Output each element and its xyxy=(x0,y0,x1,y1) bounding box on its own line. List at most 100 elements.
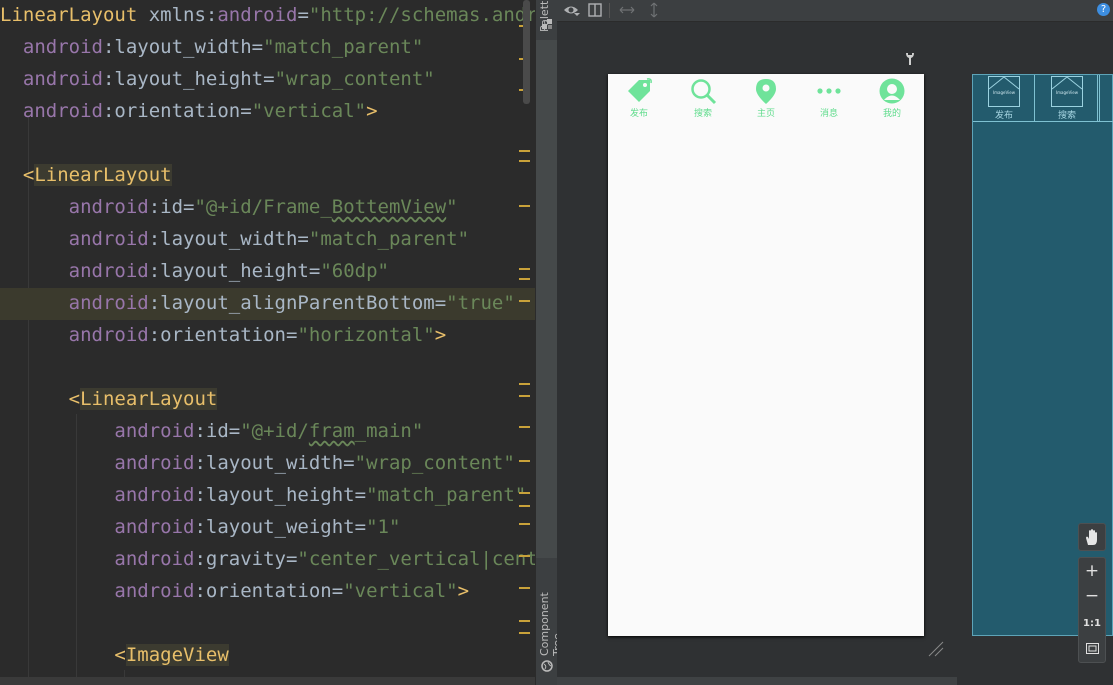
resize-handle-icon[interactable] xyxy=(927,640,945,658)
blueprint-nav-bar: ImageView 发布 ImageView 搜索 xyxy=(973,75,1113,122)
fit-screen-icon[interactable] xyxy=(1086,643,1099,654)
nav-item-label: 发布 xyxy=(629,109,648,119)
code-token: "1" xyxy=(366,516,401,538)
nav-item-0[interactable]: 发布 xyxy=(619,77,659,119)
person-icon xyxy=(872,77,912,105)
actual-size-button[interactable]: 1:1 xyxy=(1079,618,1105,629)
gutter-marker xyxy=(519,300,530,302)
gutter-marker xyxy=(519,160,530,162)
pan-hand-button[interactable] xyxy=(1078,523,1106,551)
editor-vertical-scrollbar[interactable] xyxy=(523,0,530,104)
design-toolbar: ? xyxy=(557,0,1113,22)
code-token: " xyxy=(446,196,458,218)
gutter-marker xyxy=(519,426,530,428)
nav-item-4[interactable]: 我的 xyxy=(872,77,912,119)
phone-preview[interactable]: 发布 搜索 主页 消息 我的 xyxy=(608,74,924,636)
blueprint-imageview-label: ImageView xyxy=(992,90,1016,95)
zoom-out-button[interactable]: − xyxy=(1079,586,1105,606)
blueprint-cell[interactable]: ImageView 发布 xyxy=(973,75,1035,122)
code-token: android xyxy=(22,36,103,58)
split-view-icon[interactable] xyxy=(588,3,602,17)
blueprint-imageview: ImageView xyxy=(1051,76,1083,107)
code-line[interactable]: <ImageView xyxy=(0,640,535,672)
code-token: android xyxy=(68,228,149,250)
code-line[interactable]: android:layout_width="match_parent" xyxy=(0,32,535,64)
code-line[interactable] xyxy=(0,608,535,640)
code-line[interactable]: android:orientation="vertical"> xyxy=(0,576,535,608)
chevron-down-icon xyxy=(574,13,580,16)
code-token: > xyxy=(434,324,447,346)
gutter-marker xyxy=(519,383,530,385)
editor-horizontal-scrollbar[interactable] xyxy=(0,677,535,685)
code-token: < xyxy=(114,644,126,666)
code-line[interactable]: LinearLayout xmlns:android="http://schem… xyxy=(0,0,535,32)
code-token: :orientation= xyxy=(102,100,252,122)
gutter-marker xyxy=(519,632,530,634)
wrench-icon[interactable] xyxy=(904,52,916,66)
code-line[interactable]: android:id="@+id/Frame_BottemView" xyxy=(0,192,535,224)
code-token: "http://schemas.android.com/apk/res/andr… xyxy=(308,4,535,26)
code-line[interactable]: android:orientation="horizontal"> xyxy=(0,320,535,352)
code-token: :layout_width= xyxy=(148,228,309,250)
nav-item-label: 主页 xyxy=(756,109,775,119)
gutter-marker xyxy=(519,505,530,507)
zoom-in-button[interactable]: + xyxy=(1079,561,1105,581)
nav-item-label: 消息 xyxy=(819,109,838,119)
code-token: ImageView xyxy=(125,644,229,666)
code-line[interactable]: android:layout_height="match_parent" xyxy=(0,480,535,512)
code-line[interactable]: android:layout_weight="1" xyxy=(0,512,535,544)
code-token: "60dp" xyxy=(320,260,389,282)
code-line[interactable]: <LinearLayout xyxy=(0,384,535,416)
design-horizontal-scrollbar[interactable] xyxy=(557,677,957,685)
code-token: < xyxy=(22,164,35,186)
gutter-marker xyxy=(519,278,530,280)
horizontal-resize-icon[interactable] xyxy=(619,5,635,15)
tag-icon xyxy=(619,77,659,105)
nav-item-label: 我的 xyxy=(882,109,901,119)
code-line[interactable]: android:layout_width="wrap_content" xyxy=(0,448,535,480)
hand-icon xyxy=(1086,529,1097,545)
component-tree-tab[interactable]: Component Tree xyxy=(538,566,564,656)
code-line[interactable] xyxy=(0,352,535,384)
code-token: > xyxy=(366,100,378,122)
blueprint-cell-partial xyxy=(1099,75,1113,122)
code-token: "match_parent" xyxy=(308,228,470,250)
code-token: "wrap_content" xyxy=(274,68,435,90)
code-token: :layout_height= xyxy=(194,484,367,506)
nav-item-1[interactable]: 搜索 xyxy=(683,77,723,119)
nav-item-3[interactable]: 消息 xyxy=(809,77,849,119)
code-line[interactable]: android:orientation="vertical"> xyxy=(0,96,535,128)
code-editor[interactable]: LinearLayout xmlns:android="http://schem… xyxy=(0,0,535,685)
code-line[interactable]: android:layout_width="match_parent" xyxy=(0,224,535,256)
code-token: :orientation= xyxy=(194,580,344,602)
code-line[interactable]: android:layout_height="wrap_content" xyxy=(0,64,535,96)
code-token: "true" xyxy=(446,292,515,314)
blueprint-cell[interactable]: ImageView 搜索 xyxy=(1036,75,1098,122)
globe-icon xyxy=(541,660,553,672)
layout-design-surface[interactable]: ? 发布 搜索 主页 消息 我的 ImageView 发布 ImageView 搜索 + − … xyxy=(557,0,1113,685)
vertical-resize-icon[interactable] xyxy=(649,2,659,18)
code-token: "vertical" xyxy=(251,100,367,122)
code-line[interactable]: android:id="@+id/fram_main" xyxy=(0,416,535,448)
code-line[interactable]: <LinearLayout xyxy=(0,160,535,192)
code-line[interactable]: android:layout_alignParentBottom="true" xyxy=(0,288,535,320)
blueprint-imageview-label: ImageView xyxy=(1055,90,1079,95)
tool-window-strip: Palette Component Tree xyxy=(535,0,564,685)
gutter-marker xyxy=(519,555,530,557)
code-token: "match_parent" xyxy=(263,36,424,58)
code-line[interactable] xyxy=(0,128,535,160)
nav-item-2[interactable]: 主页 xyxy=(746,77,786,119)
code-line[interactable]: android:layout_height="60dp" xyxy=(0,256,535,288)
code-token: fram xyxy=(308,420,355,442)
code-token: android xyxy=(22,68,103,90)
gutter-marker xyxy=(519,620,530,622)
code-token: xmlns: xyxy=(137,4,218,26)
gutter-marker xyxy=(519,460,530,462)
code-line[interactable]: android:gravity="center_vertical|center" xyxy=(0,544,535,576)
help-icon[interactable]: ? xyxy=(1097,3,1110,16)
